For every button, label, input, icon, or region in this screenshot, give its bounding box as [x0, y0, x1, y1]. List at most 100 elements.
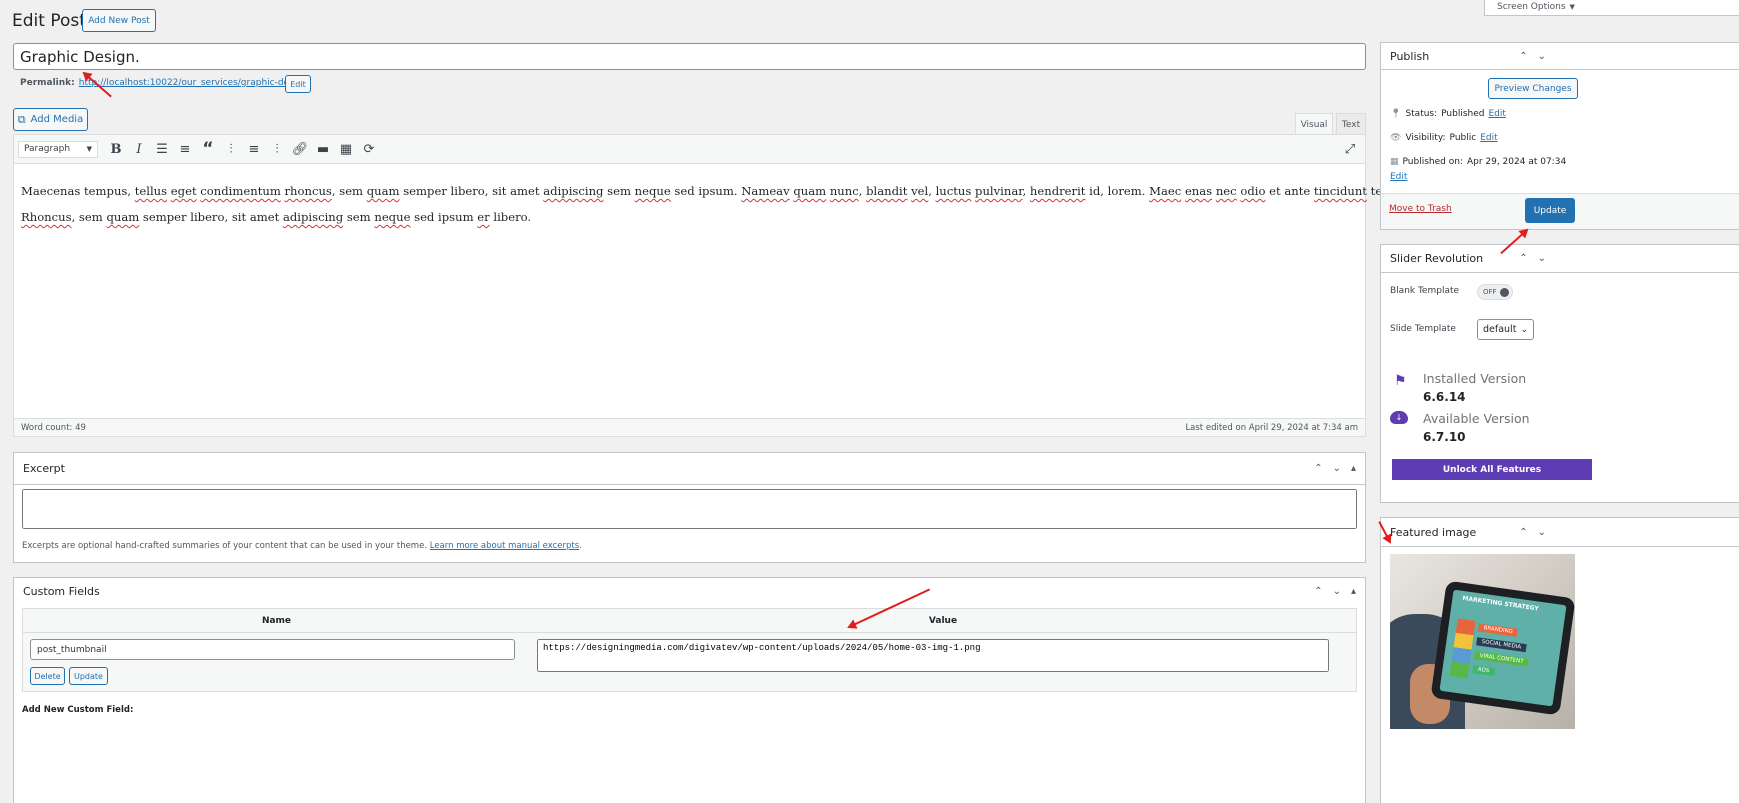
bold-icon[interactable]: B: [105, 138, 127, 160]
move-up-icon[interactable]: ⌃: [1314, 586, 1322, 597]
featured-image-header[interactable]: Featured image ⌃ ⌄: [1381, 518, 1739, 547]
move-to-trash-link[interactable]: Move to Trash: [1389, 204, 1452, 214]
add-new-custom-field-label: Add New Custom Field:: [22, 705, 134, 715]
toolbar-toggle-icon[interactable]: ▦: [335, 138, 357, 160]
text-run: sed ipsum.: [670, 184, 742, 198]
misspelled-word: nunc: [829, 184, 859, 198]
published-edit-link[interactable]: Edit: [1390, 172, 1407, 182]
unlock-all-features-button[interactable]: Unlock All Features: [1392, 459, 1592, 480]
custom-fields-header[interactable]: Custom Fields ⌃ ⌄ ▴: [14, 578, 1365, 605]
text-run: , sem: [331, 184, 367, 198]
misspelled-word: pulvinar: [975, 184, 1023, 198]
slider-header[interactable]: Slider Revolution ⌃ ⌄: [1381, 245, 1739, 273]
tab-visual[interactable]: Visual: [1295, 113, 1333, 135]
delete-button[interactable]: Delete: [30, 667, 65, 685]
excerpt-help-link[interactable]: Learn more about manual excerpts: [430, 541, 579, 551]
preview-changes-button[interactable]: Preview Changes: [1488, 78, 1578, 99]
add-media-icon: ⧉: [17, 112, 26, 126]
move-down-icon[interactable]: ⌄: [1333, 463, 1341, 474]
collapse-icon[interactable]: ▴: [1351, 586, 1356, 597]
bulleted-list-icon[interactable]: ☰: [151, 138, 173, 160]
slide-template-label: Slide Template: [1390, 324, 1456, 334]
permalink-url[interactable]: http://localhost:10022/our_services/grap…: [79, 78, 311, 88]
calendar-icon: ▦: [1390, 157, 1399, 167]
misspelled-word: vel: [911, 184, 929, 198]
add-media-label: Add Media: [30, 114, 84, 125]
move-down-icon[interactable]: ⌄: [1538, 253, 1546, 264]
published-value: Apr 29, 2024 at 07:34: [1466, 157, 1567, 167]
move-down-icon[interactable]: ⌄: [1538, 51, 1546, 62]
slide-template-value: default: [1483, 324, 1517, 335]
post-title-input[interactable]: [13, 43, 1366, 70]
align-center-icon[interactable]: ≡: [243, 138, 265, 160]
visibility-edit-link[interactable]: Edit: [1480, 133, 1497, 143]
status-value: Published: [1441, 109, 1485, 119]
publish-title: Publish: [1390, 49, 1430, 63]
link-icon[interactable]: 🔗︎: [289, 138, 311, 160]
content-paragraph-2: Rhoncus, sem quam semper libero, sit ame…: [21, 210, 1358, 224]
custom-fields-table: Name Value Delete Update: [22, 608, 1357, 692]
fullscreen-icon[interactable]: ⤢: [1339, 138, 1361, 160]
misspelled-word: quam: [366, 184, 400, 198]
slide-template-select[interactable]: default ⌄: [1477, 319, 1534, 340]
update-button[interactable]: Update: [1525, 198, 1575, 223]
misspelled-word: Maec: [1149, 184, 1182, 198]
chevron-down-icon: ▼: [86, 145, 92, 153]
excerpt-title: Excerpt: [23, 462, 65, 475]
add-new-post-button[interactable]: Add New Post: [82, 9, 156, 32]
custom-field-name-input[interactable]: [30, 639, 515, 660]
misspelled-word: adipiscing: [282, 210, 344, 224]
excerpt-panel: Excerpt ⌃ ⌄ ▴ Excerpts are optional hand…: [13, 452, 1366, 563]
align-right-icon[interactable]: ⫶: [266, 138, 288, 160]
featured-image-panel: Featured image ⌃ ⌄ MARKETING STRATEGY BR…: [1380, 517, 1739, 803]
excerpt-textarea[interactable]: [22, 489, 1357, 529]
text-run: Maecenas tempus,: [21, 184, 135, 198]
panel-controls: ⌃ ⌄: [1519, 51, 1546, 62]
permalink-label: Permalink:: [20, 78, 75, 88]
status-edit-link[interactable]: Edit: [1489, 109, 1506, 119]
move-up-icon[interactable]: ⌃: [1519, 527, 1527, 538]
misspelled-word: hendrerit: [1029, 184, 1086, 198]
publish-panel: Publish ⌃ ⌄ Preview Changes 📍︎ Status: P…: [1380, 42, 1739, 230]
permalink-edit-button[interactable]: Edit: [285, 75, 311, 93]
collapse-icon[interactable]: ▴: [1351, 463, 1356, 474]
featured-image-title: Featured image: [1390, 525, 1477, 539]
panel-controls: ⌃ ⌄: [1519, 253, 1546, 264]
add-media-button[interactable]: ⧉ Add Media: [13, 108, 88, 131]
featured-image[interactable]: MARKETING STRATEGY BRANDING SOCIAL MEDIA…: [1390, 554, 1575, 729]
format-select[interactable]: Paragraph ▼: [18, 140, 98, 158]
publish-header[interactable]: Publish ⌃ ⌄: [1381, 43, 1739, 70]
screen-options-button[interactable]: Screen Options ▼: [1484, 0, 1739, 16]
move-up-icon[interactable]: ⌃: [1519, 253, 1527, 264]
align-left-icon[interactable]: ⫶: [220, 138, 242, 160]
misspelled-word: tellus: [134, 184, 168, 198]
move-down-icon[interactable]: ⌄: [1333, 586, 1341, 597]
custom-field-value-textarea[interactable]: [537, 639, 1329, 672]
numbered-list-icon[interactable]: ≡: [174, 138, 196, 160]
editor-content[interactable]: Maecenas tempus, tellus eget condimentum…: [14, 164, 1418, 224]
cloud-download-icon: ↓: [1390, 411, 1408, 424]
tab-text[interactable]: Text: [1336, 113, 1366, 135]
tag-ads: ADS: [1472, 665, 1495, 676]
table-header: Name Value: [23, 609, 1356, 633]
misspelled-word: quam: [793, 184, 827, 198]
text-run: et ante: [1265, 184, 1314, 198]
misspelled-word: neque: [634, 184, 671, 198]
misspelled-word: enas: [1184, 184, 1213, 198]
excerpt-help-end: .: [579, 541, 582, 551]
italic-icon[interactable]: I: [128, 138, 150, 160]
move-down-icon[interactable]: ⌄: [1538, 527, 1546, 538]
blank-template-toggle[interactable]: OFF: [1477, 284, 1513, 300]
custom-fields-panel: Custom Fields ⌃ ⌄ ▴ Name Value Delete Up…: [13, 577, 1366, 803]
misspelled-word: neque: [374, 210, 411, 224]
move-up-icon[interactable]: ⌃: [1314, 463, 1322, 474]
misspelled-word: quam: [106, 210, 140, 224]
move-up-icon[interactable]: ⌃: [1519, 51, 1527, 62]
excerpt-header[interactable]: Excerpt ⌃ ⌄ ▴: [14, 453, 1365, 485]
page-title: Edit Post: [12, 11, 86, 31]
editor-toolbar: Paragraph ▼ B I ☰ ≡ “ ⫶ ≡ ⫶ 🔗︎ ▬ ▦ ⟳ ⤢: [14, 135, 1365, 164]
update-field-button[interactable]: Update: [69, 667, 108, 685]
read-more-icon[interactable]: ▬: [312, 138, 334, 160]
refresh-icon[interactable]: ⟳: [358, 138, 380, 160]
blockquote-icon[interactable]: “: [197, 138, 219, 160]
